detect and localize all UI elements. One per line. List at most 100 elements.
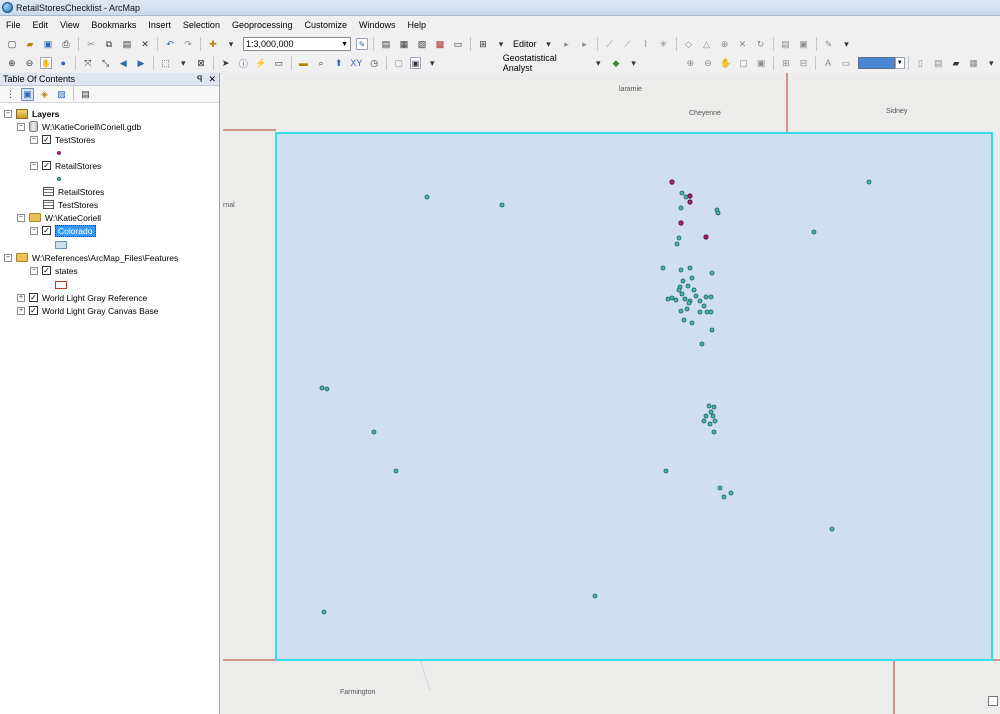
collapse-icon[interactable]: − <box>17 213 25 222</box>
python-window-icon[interactable]: ▭ <box>451 37 465 51</box>
split-icon[interactable]: ✕ <box>736 37 750 51</box>
colorado-polygon[interactable] <box>275 132 993 661</box>
menu-geoprocessing[interactable]: Geoprocessing <box>226 17 299 34</box>
retail-store-point[interactable] <box>393 468 399 474</box>
arctoolbox-icon[interactable]: ▩ <box>433 37 447 51</box>
retail-store-point[interactable] <box>321 609 327 615</box>
time-slider-icon[interactable]: ◷ <box>367 56 381 70</box>
tree-row-folder-katie[interactable]: − W:\KatieCoriell <box>17 211 101 224</box>
edit-vertices-icon[interactable]: ◇ <box>682 37 696 51</box>
retail-store-point[interactable] <box>684 306 690 312</box>
geostatistical-analyst-menu[interactable]: Geostatistical Analyst <box>500 53 590 73</box>
zoom-100-icon[interactable]: ▣ <box>754 56 768 70</box>
swipe-icon[interactable]: ▣ <box>409 57 422 69</box>
retail-store-point[interactable] <box>679 291 685 297</box>
test-store-point[interactable] <box>703 234 709 240</box>
fill-color-dropdown-icon[interactable]: ▼ <box>894 57 905 69</box>
list-by-source-icon[interactable]: ▣ <box>21 87 34 101</box>
fixed-zoom-out-icon[interactable]: ⤡ <box>99 56 113 70</box>
retail-store-point[interactable] <box>710 413 716 419</box>
retail-store-point[interactable] <box>665 296 671 302</box>
toolbar-overflow-icon[interactable]: ▾ <box>494 37 508 51</box>
retail-store-point[interactable] <box>717 485 723 491</box>
full-extent-icon[interactable]: ● <box>56 56 70 70</box>
retail-store-point[interactable] <box>676 287 682 293</box>
tree-row-folder-refs[interactable]: − W:\References\ArcMap_Files\Features <box>4 251 178 264</box>
retail-store-point[interactable] <box>592 593 598 599</box>
select-features-icon[interactable]: ⬚ <box>159 56 173 70</box>
zoom-in-icon[interactable]: ⊕ <box>5 56 19 70</box>
retail-store-point[interactable] <box>371 429 377 435</box>
test-store-point[interactable] <box>678 220 684 226</box>
retail-store-point[interactable] <box>701 418 707 424</box>
collapse-icon[interactable]: − <box>30 161 38 170</box>
select-elements-icon[interactable]: ➤ <box>219 56 233 70</box>
map-view[interactable]: laramie Cheyenne Sidney rnal Farmington <box>223 73 1000 714</box>
retail-store-point[interactable] <box>829 526 835 532</box>
retail-store-point[interactable] <box>704 309 710 315</box>
draw-text-icon[interactable]: A <box>821 56 835 70</box>
find-icon[interactable]: ⌕ <box>314 56 328 70</box>
editor-overflow-icon[interactable]: ▾ <box>840 37 854 51</box>
map-canvas[interactable] <box>223 73 1000 714</box>
retail-store-point[interactable] <box>499 202 505 208</box>
retail-store-point[interactable] <box>674 241 680 247</box>
cut-polygons-icon[interactable]: ⊕ <box>718 37 732 51</box>
retail-store-point[interactable] <box>697 309 703 315</box>
trace-icon[interactable]: ⌇ <box>639 37 653 51</box>
retail-store-point[interactable] <box>686 300 692 306</box>
tools-overflow-icon[interactable]: ▾ <box>425 56 439 70</box>
retail-store-point[interactable] <box>679 190 685 196</box>
geostatistical-wizard-icon[interactable]: ◆ <box>609 56 623 70</box>
list-by-drawing-order-icon[interactable]: ⋮ <box>4 88 17 101</box>
editor-toolbar-toggle-icon[interactable]: ✎ <box>356 38 368 50</box>
group-icon[interactable]: ⊞ <box>779 56 793 70</box>
retail-store-point[interactable] <box>703 294 709 300</box>
retail-store-point[interactable] <box>689 320 695 326</box>
retail-store-point[interactable] <box>709 327 715 333</box>
forward-extent-icon[interactable]: ▶ <box>134 56 148 70</box>
select-dropdown-icon[interactable]: ▾ <box>176 56 190 70</box>
retail-store-point[interactable] <box>691 287 697 293</box>
data-driven-pages-icon[interactable]: ▰ <box>949 56 963 70</box>
toc-options-icon[interactable]: ▤ <box>79 88 92 101</box>
retail-store-point[interactable] <box>712 418 718 424</box>
clear-selection-icon[interactable]: ⊠ <box>194 56 208 70</box>
menu-view[interactable]: View <box>54 17 85 34</box>
close-icon[interactable]: ✕ <box>208 74 216 85</box>
retail-store-point[interactable] <box>673 297 679 303</box>
add-data-dropdown-icon[interactable]: ▾ <box>224 37 238 51</box>
sketch-tool-icon[interactable]: ⟋ <box>621 37 635 51</box>
pin-icon[interactable]: ꟼ <box>197 74 202 85</box>
visibility-checkbox[interactable]: ✓ <box>42 266 51 275</box>
retail-store-point[interactable] <box>319 385 325 391</box>
list-by-visibility-icon[interactable]: ◈ <box>38 88 51 101</box>
menu-insert[interactable]: Insert <box>142 17 177 34</box>
rotate-icon[interactable]: ↻ <box>754 37 768 51</box>
attributes-icon[interactable]: ▤ <box>779 37 793 51</box>
list-by-selection-icon[interactable]: ▨ <box>55 88 68 101</box>
retail-store-point[interactable] <box>663 468 669 474</box>
reshape-icon[interactable]: △ <box>700 37 714 51</box>
retail-store-point[interactable] <box>711 404 717 410</box>
tree-row-colorado[interactable]: − ✓ Colorado <box>30 224 96 237</box>
colorado-layer-label[interactable]: Colorado <box>55 224 96 237</box>
retail-store-point[interactable] <box>681 317 687 323</box>
find-route-icon[interactable]: ⬆ <box>332 56 346 70</box>
open-folder-icon[interactable]: ▰ <box>23 37 37 51</box>
retail-store-point[interactable] <box>660 265 666 271</box>
add-data-icon[interactable]: ✚ <box>206 37 220 51</box>
retail-store-point[interactable] <box>708 294 714 300</box>
identify-icon[interactable]: ⓘ <box>236 56 250 70</box>
go-to-xy-icon[interactable]: XY <box>350 56 364 70</box>
retail-store-point[interactable] <box>683 194 689 200</box>
delete-icon[interactable]: ✕ <box>138 37 152 51</box>
print-icon[interactable]: ⎙ <box>59 37 73 51</box>
retail-store-point[interactable] <box>693 293 699 299</box>
back-extent-icon[interactable]: ◀ <box>116 56 130 70</box>
save-icon[interactable]: ▣ <box>41 37 55 51</box>
retail-store-point[interactable] <box>721 494 727 500</box>
menu-edit[interactable]: Edit <box>27 17 55 34</box>
retail-store-point[interactable] <box>866 179 872 185</box>
tree-row-teststores[interactable]: − ✓ TestStores <box>30 133 95 146</box>
